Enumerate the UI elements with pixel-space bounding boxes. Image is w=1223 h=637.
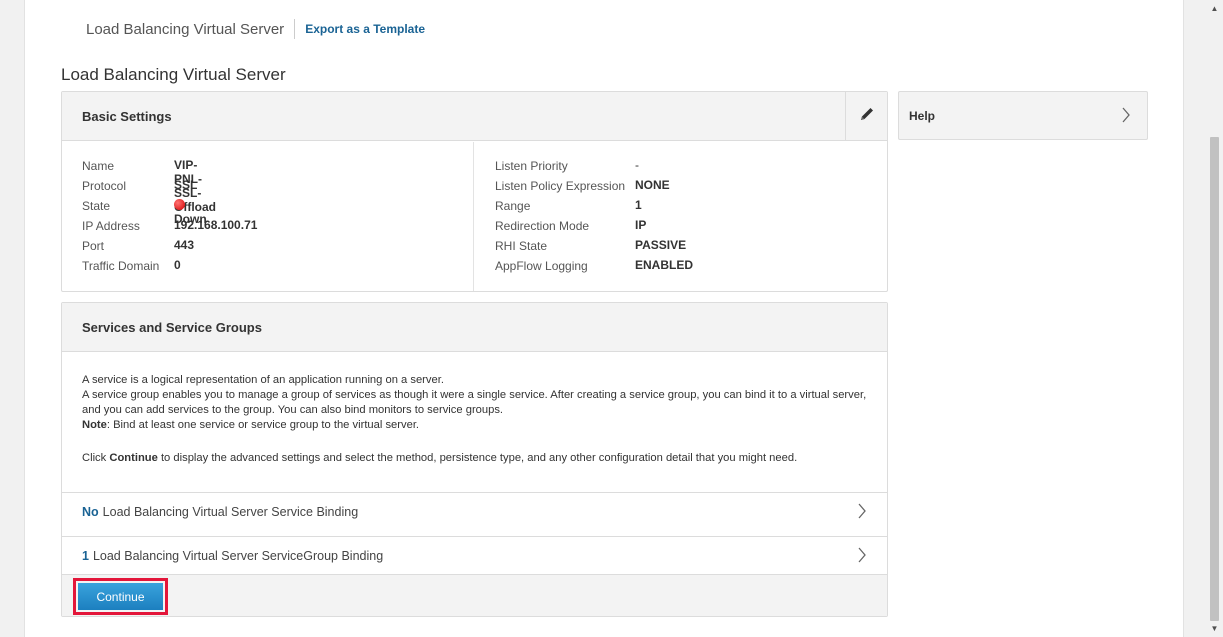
field-appflow-logging: AppFlow Logging ENABLED [495, 258, 693, 279]
service-binding-row[interactable]: No Load Balancing Virtual Server Service… [62, 492, 887, 530]
field-listen-policy-expression: Listen Policy Expression NONE [495, 178, 670, 199]
field-value: - [635, 158, 639, 172]
vertical-scrollbar[interactable]: ▲ ▼ [1206, 0, 1223, 637]
click-hint-bold: Continue [109, 452, 158, 464]
binding-count: No [82, 504, 99, 519]
field-value: PASSIVE [635, 238, 687, 252]
chevron-right-icon [1121, 107, 1131, 128]
basic-settings-left-column: Name VIP-PNL-SSL-Offload Protocol SSL St… [62, 142, 474, 291]
field-label: Protocol [82, 179, 127, 193]
services-header: Services and Service Groups [62, 303, 887, 352]
field-label: Listen Priority [495, 159, 568, 173]
field-label: Traffic Domain [82, 259, 160, 273]
chevron-right-icon [857, 547, 867, 566]
scroll-down-icon[interactable]: ▼ [1210, 624, 1219, 633]
binding-label: Load Balancing Virtual Server Service Bi… [102, 504, 359, 519]
basic-settings-right-column: Listen Priority - Listen Policy Expressi… [475, 142, 887, 291]
binding-count: 1 [82, 548, 89, 563]
field-protocol: Protocol SSL [82, 178, 197, 199]
services-footer: Continue [62, 574, 887, 616]
field-label: AppFlow Logging [495, 259, 588, 273]
field-value: ENABLED [635, 258, 694, 272]
services-panel: Services and Service Groups A service is… [61, 302, 888, 617]
breadcrumb-divider [294, 19, 296, 39]
continue-button[interactable]: Continue [78, 583, 163, 610]
field-ip-address: IP Address 192.168.100.71 [82, 218, 257, 239]
field-value: 0 [174, 258, 181, 272]
field-rhi-state: RHI State PASSIVE [495, 238, 686, 259]
help-panel[interactable]: Help [898, 91, 1148, 140]
field-value: 1 [635, 198, 642, 212]
field-label: Redirection Mode [495, 219, 590, 233]
field-label: State [82, 199, 111, 213]
field-value: 192.168.100.71 [174, 218, 258, 232]
note-label: Note [82, 419, 107, 431]
basic-settings-title: Basic Settings [82, 108, 172, 124]
field-label: Name [82, 159, 115, 173]
note-text: : Bind at least one service or service g… [106, 419, 420, 431]
scrollbar-thumb[interactable] [1210, 137, 1219, 621]
services-click-hint: Click Continue to display the advanced s… [82, 451, 881, 466]
services-note: Note: Bind at least one service or servi… [82, 418, 881, 433]
services-desc-line1: A service is a logical representation of… [82, 374, 444, 386]
field-value: NONE [635, 178, 670, 192]
click-hint-pre: Click [82, 452, 110, 464]
services-description: A service is a logical representation of… [82, 373, 881, 466]
page-title: Load Balancing Virtual Server [61, 65, 286, 84]
field-label: Port [82, 239, 105, 253]
field-listen-priority: Listen Priority - [495, 158, 639, 179]
field-traffic-domain: Traffic Domain 0 [82, 258, 181, 279]
basic-settings-panel: Basic Settings Name VIP-PNL-SSL-Offload … [61, 91, 888, 292]
page-content: Load Balancing Virtual Server Export as … [24, 0, 1184, 637]
basic-settings-header: Basic Settings [62, 92, 887, 141]
services-title: Services and Service Groups [82, 319, 262, 335]
breadcrumb-title: Load Balancing Virtual Server [86, 20, 285, 38]
pencil-icon [859, 106, 875, 127]
field-label: IP Address [82, 219, 140, 233]
field-redirection-mode: Redirection Mode IP [495, 218, 646, 239]
field-label: Listen Policy Expression [495, 179, 626, 193]
field-label: RHI State [495, 239, 548, 253]
field-value: SSL [174, 178, 198, 192]
field-value: 443 [174, 238, 195, 252]
field-label: Range [495, 199, 531, 213]
field-value: IP [635, 218, 647, 232]
status-down-icon [174, 199, 185, 210]
field-range: Range 1 [495, 198, 642, 219]
services-desc-line2: A service group enables you to manage a … [82, 389, 867, 416]
click-hint-post: to display the advanced settings and sel… [157, 452, 798, 464]
export-template-link[interactable]: Export as a Template [305, 22, 425, 36]
field-port: Port 443 [82, 238, 194, 259]
help-title: Help [909, 109, 936, 123]
binding-label: Load Balancing Virtual Server ServiceGro… [92, 548, 384, 563]
scroll-up-icon[interactable]: ▲ [1210, 4, 1219, 13]
field-state: State Down [82, 199, 207, 226]
chevron-right-icon [857, 503, 867, 522]
servicegroup-binding-row[interactable]: 1 Load Balancing Virtual Server ServiceG… [62, 536, 887, 574]
continue-highlight: Continue [73, 578, 168, 615]
breadcrumb: Load Balancing Virtual Server Export as … [86, 18, 425, 40]
field-name: Name VIP-PNL-SSL-Offload [82, 158, 216, 214]
edit-button[interactable] [845, 92, 887, 141]
